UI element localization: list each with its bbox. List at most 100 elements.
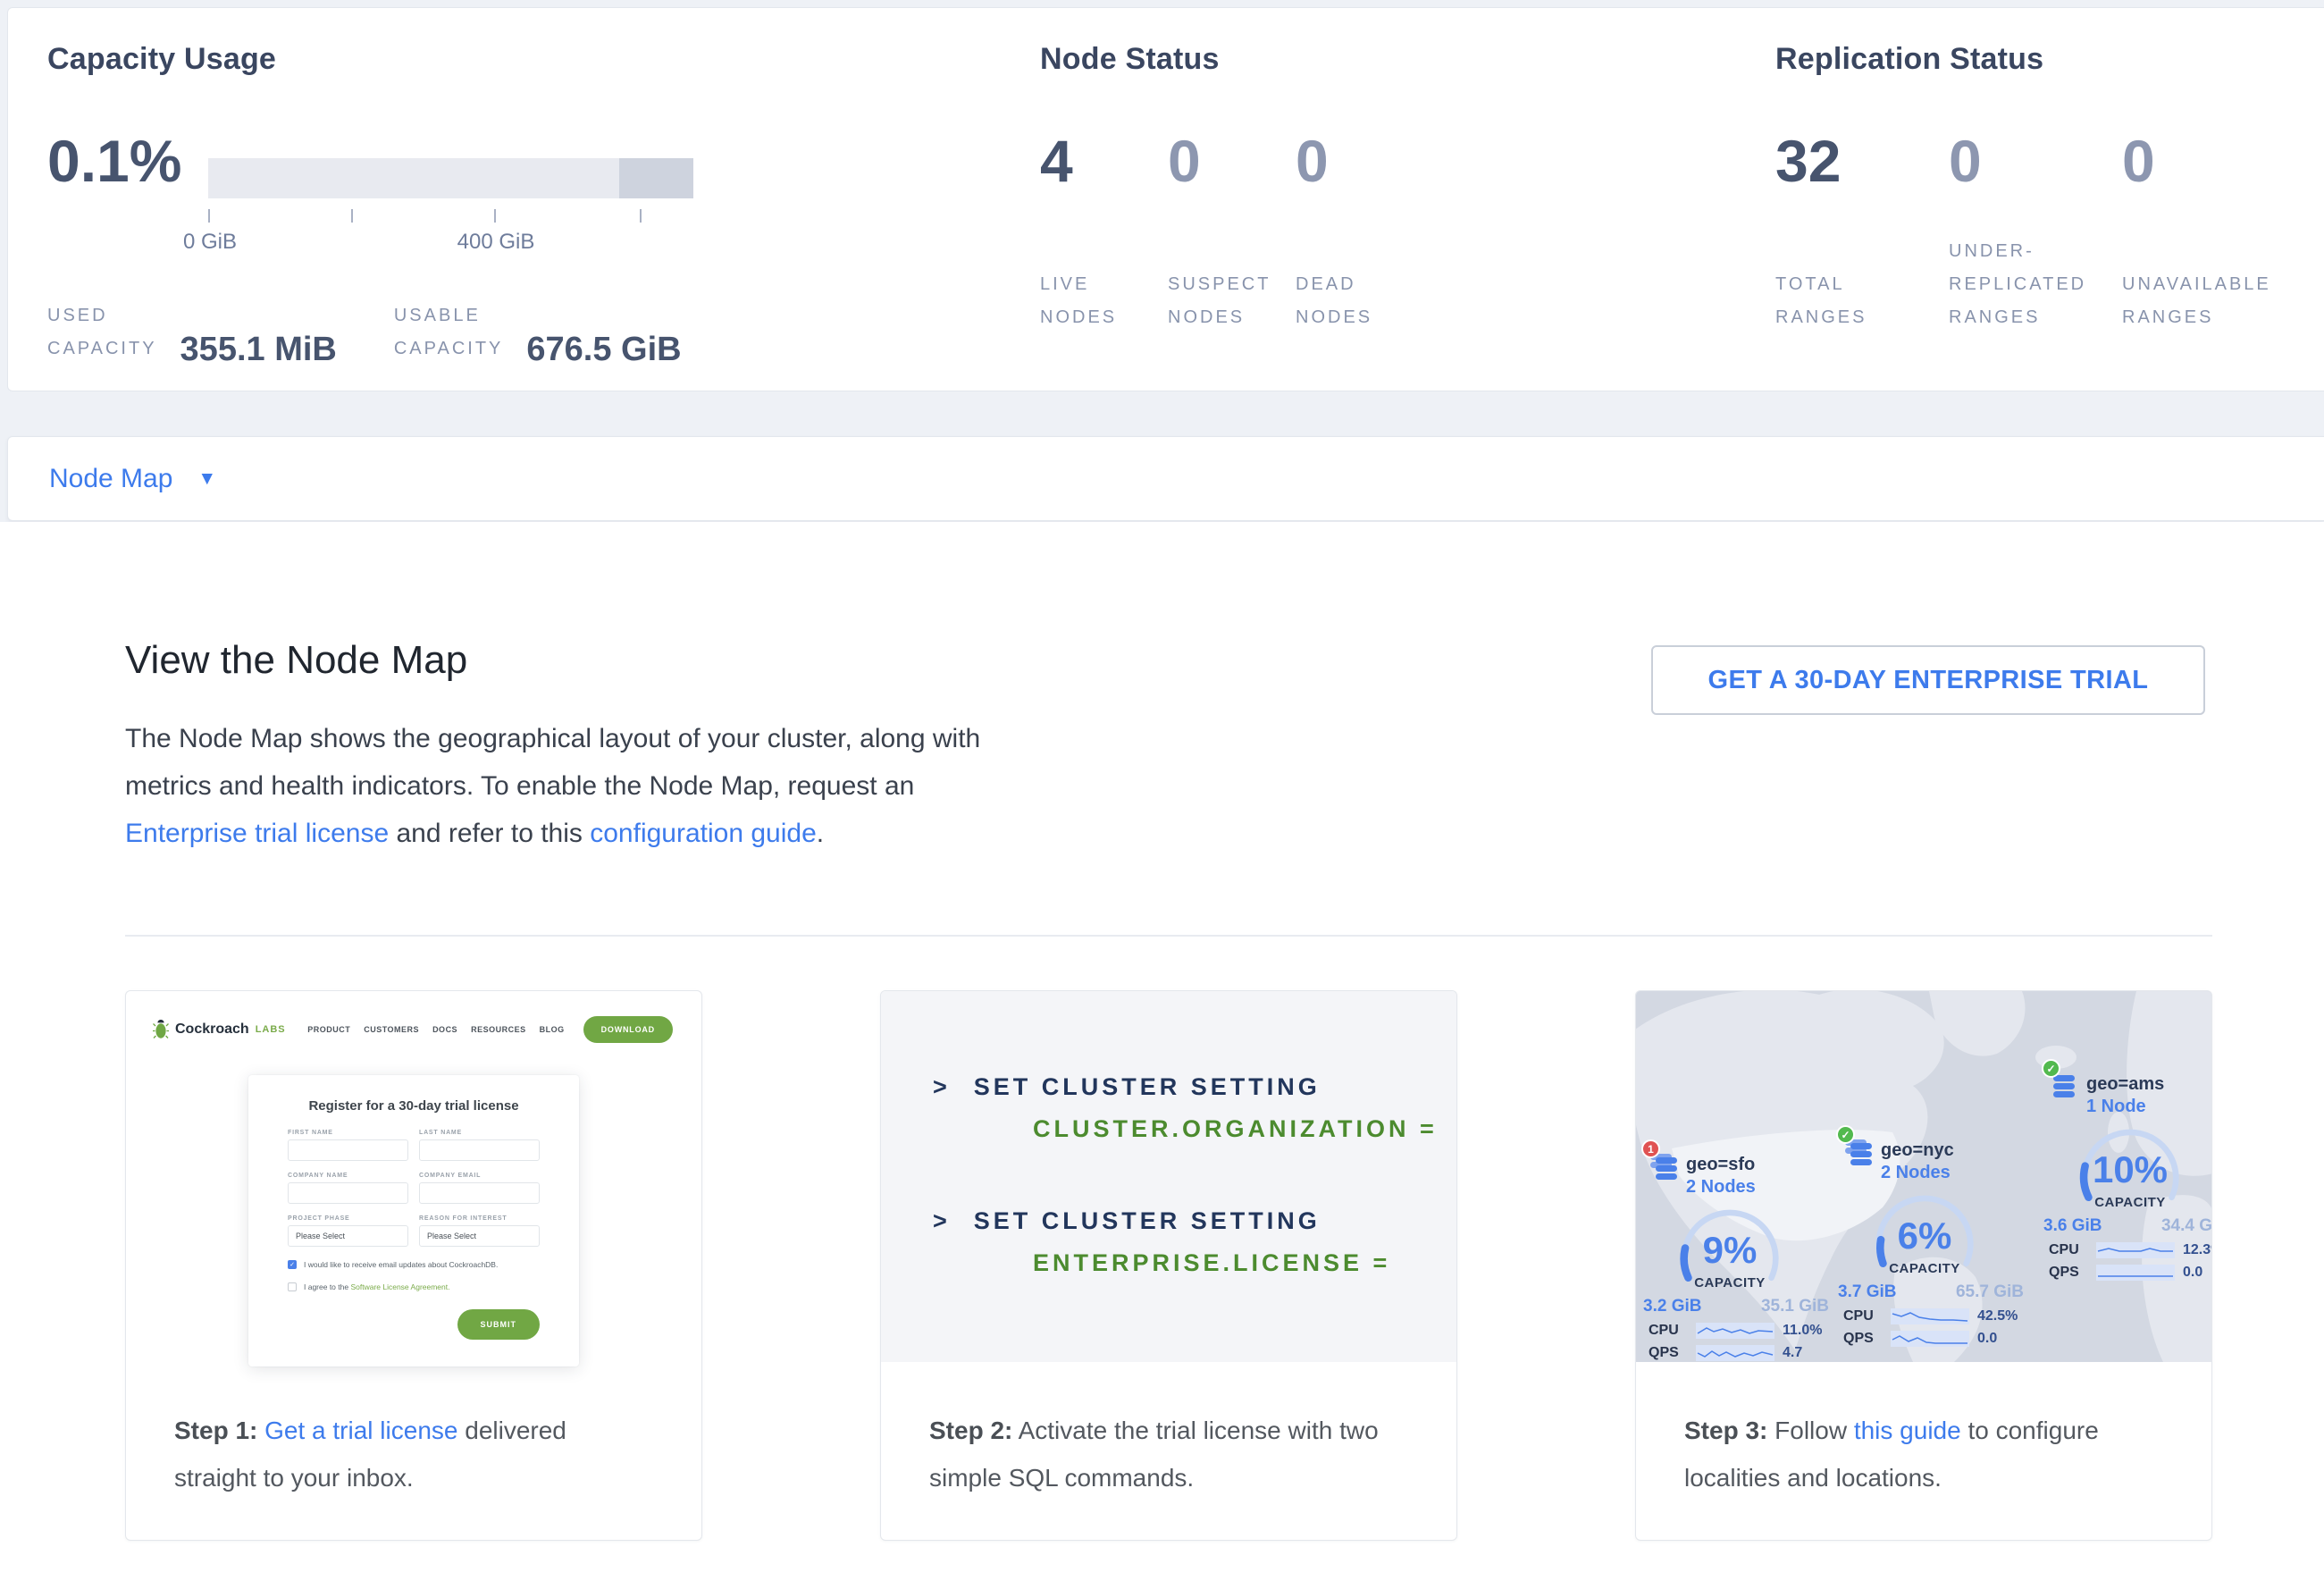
node-count: 1 Node xyxy=(2086,1095,2164,1118)
healthy-badge: ✓ xyxy=(1836,1125,1855,1144)
cpu-label: CPU xyxy=(1843,1308,1883,1324)
capacity-percent-value: 0.1% xyxy=(47,131,181,190)
capacity-gauge: 10% CAPACITY xyxy=(2054,1125,2206,1227)
nav-resources: RESOURCES xyxy=(471,1025,526,1034)
sql-setting-license: ENTERPRISE.LICENSE = xyxy=(1033,1249,1456,1277)
trial-license-form: Register for a 30-day trial license FIRS… xyxy=(248,1075,579,1366)
qps-sparkline xyxy=(1696,1345,1774,1361)
capacity-percent: 10% xyxy=(2054,1148,2206,1191)
total-gib: 65.7 GiB xyxy=(1956,1282,2024,1302)
nav-customers: CUSTOMERS xyxy=(364,1025,419,1034)
live-nodes-value: 4 xyxy=(1040,131,1168,190)
step3-card: 1 geo=sfo 2 Nodes xyxy=(1635,990,2212,1541)
company-name-label: COMPANY NAME xyxy=(288,1173,408,1179)
capacity-tick xyxy=(208,209,210,223)
node-map-dropdown[interactable]: Node Map ▼ xyxy=(7,436,2324,521)
step2-card: >SET CLUSTER SETTING CLUSTER.ORGANIZATIO… xyxy=(880,990,1457,1541)
get-trial-license-link[interactable]: Get a trial license xyxy=(264,1417,457,1444)
steps-row: Cockroach LABS PRODUCT CUSTOMERS DOCS RE… xyxy=(125,990,2212,1541)
locality-name: geo=sfo xyxy=(1686,1154,1756,1175)
usable-capacity-label: USABLE xyxy=(394,299,504,332)
chevron-down-icon: ▼ xyxy=(197,468,216,490)
unavailable-ranges-label: UNAVAILABLE RANGES xyxy=(2122,268,2295,334)
node-count: 2 Nodes xyxy=(1686,1175,1756,1198)
first-name-field xyxy=(288,1139,408,1161)
nav-docs: DOCS xyxy=(432,1025,457,1034)
map-node-nyc: ✓ geo=nyc 2 Nodes xyxy=(1843,1139,2035,1347)
step1-card: Cockroach LABS PRODUCT CUSTOMERS DOCS RE… xyxy=(125,990,702,1541)
locality-name: geo=nyc xyxy=(1881,1139,1954,1161)
download-button: DOWNLOAD xyxy=(583,1016,673,1043)
sql-statement-2: >SET CLUSTER SETTING xyxy=(933,1207,1456,1235)
step3-caption: Step 3: Follow this guide to configure l… xyxy=(1636,1362,2211,1501)
description-text: and refer to this xyxy=(389,819,590,848)
reason-select: Please Select xyxy=(419,1225,540,1247)
error-badge: 1 xyxy=(1641,1139,1660,1158)
cockroach-labs-logo: Cockroach LABS xyxy=(153,1019,286,1040)
qps-sparkline xyxy=(1891,1331,1969,1347)
cockroach-bug-icon xyxy=(153,1019,169,1040)
submit-button: SUBMIT xyxy=(457,1309,541,1340)
company-email-field xyxy=(419,1182,540,1204)
last-name-field xyxy=(419,1139,540,1161)
get-enterprise-trial-button[interactable]: GET A 30-DAY ENTERPRISE TRIAL xyxy=(1651,645,2205,715)
sql-setting-organization: CLUSTER.ORGANIZATION = xyxy=(1033,1115,1456,1143)
qps-value: 4.7 xyxy=(1783,1345,1802,1361)
dead-nodes-label: DEAD NODES xyxy=(1296,268,1423,334)
map-node-ams: ✓ geo=ams 1 Node xyxy=(2049,1073,2211,1281)
dead-nodes-value: 0 xyxy=(1296,131,1423,190)
enterprise-trial-license-link[interactable]: Enterprise trial license xyxy=(125,819,389,848)
suspect-nodes-value: 0 xyxy=(1168,131,1296,190)
description-text: . xyxy=(817,819,824,848)
capacity-tick xyxy=(494,209,496,223)
qps-value: 0.0 xyxy=(2183,1265,2202,1281)
qps-value: 0.0 xyxy=(1977,1331,1997,1347)
cpu-label: CPU xyxy=(1649,1323,1688,1339)
cpu-value: 42.5% xyxy=(1977,1308,2018,1324)
step2-code-panel: >SET CLUSTER SETTING CLUSTER.ORGANIZATIO… xyxy=(881,991,1456,1362)
total-gib: 34.4 GiB xyxy=(2161,1216,2211,1236)
replication-status-section: Replication Status 32 0 0 TOTAL RANGES U… xyxy=(1775,42,2043,77)
company-email-label: COMPANY EMAIL xyxy=(419,1173,540,1179)
capacity-gauge: 6% CAPACITY xyxy=(1849,1191,2001,1293)
capacity-tick-label-0: 0 GiB xyxy=(183,230,237,255)
qps-label: QPS xyxy=(1649,1345,1688,1361)
used-gib: 3.2 GiB xyxy=(1643,1297,1701,1316)
suspect-nodes-label: SUSPECT NODES xyxy=(1168,268,1296,334)
prompt-icon: > xyxy=(933,1207,951,1234)
under-replicated-ranges-value: 0 xyxy=(1949,131,2122,190)
cluster-summary-panel: Capacity Usage 0.1% 0 GiB 400 GiB USED C… xyxy=(7,7,2324,391)
first-name-label: FIRST NAME xyxy=(288,1130,408,1136)
capacity-tick xyxy=(351,209,353,223)
description-text: The Node Map shows the geographical layo… xyxy=(125,724,980,801)
qps-sparkline xyxy=(2096,1265,2175,1281)
node-map-preview: 1 geo=sfo 2 Nodes xyxy=(1636,991,2211,1362)
cpu-sparkline xyxy=(1696,1323,1774,1339)
capacity-percent: 9% xyxy=(1654,1229,1806,1272)
node-map-dropdown-label: Node Map xyxy=(49,464,172,494)
cpu-sparkline xyxy=(2096,1242,2175,1258)
company-name-field xyxy=(288,1182,408,1204)
qps-label: QPS xyxy=(2049,1265,2088,1281)
capacity-gauge: 9% CAPACITY xyxy=(1654,1206,1806,1307)
prompt-icon: > xyxy=(933,1073,951,1100)
configuration-guide-link[interactable]: configuration guide xyxy=(590,819,817,848)
nav-blog: BLOG xyxy=(540,1025,565,1034)
node-status-title: Node Status xyxy=(1040,42,1220,77)
reason-label: REASON FOR INTEREST xyxy=(419,1215,540,1222)
node-count: 2 Nodes xyxy=(1881,1161,1954,1184)
replication-status-title: Replication Status xyxy=(1775,42,2043,77)
license-agree-checkbox xyxy=(288,1282,297,1291)
usable-capacity-value: 676.5 GiB xyxy=(526,331,681,369)
used-capacity-value: 355.1 MiB xyxy=(180,331,337,369)
total-ranges-label: TOTAL RANGES xyxy=(1775,268,1949,334)
capacity-bar-track xyxy=(208,158,693,198)
this-guide-link[interactable]: this guide xyxy=(1854,1417,1961,1444)
capacity-usage-section: Capacity Usage xyxy=(47,42,276,77)
capacity-bar: 0 GiB 400 GiB xyxy=(208,158,693,198)
software-license-link: Software License Agreement. xyxy=(350,1282,449,1291)
last-name-label: LAST NAME xyxy=(419,1130,540,1136)
live-nodes-label: LIVE NODES xyxy=(1040,268,1168,334)
email-updates-label: I would like to receive email updates ab… xyxy=(304,1260,498,1269)
total-gib: 35.1 GiB xyxy=(1761,1297,1829,1316)
